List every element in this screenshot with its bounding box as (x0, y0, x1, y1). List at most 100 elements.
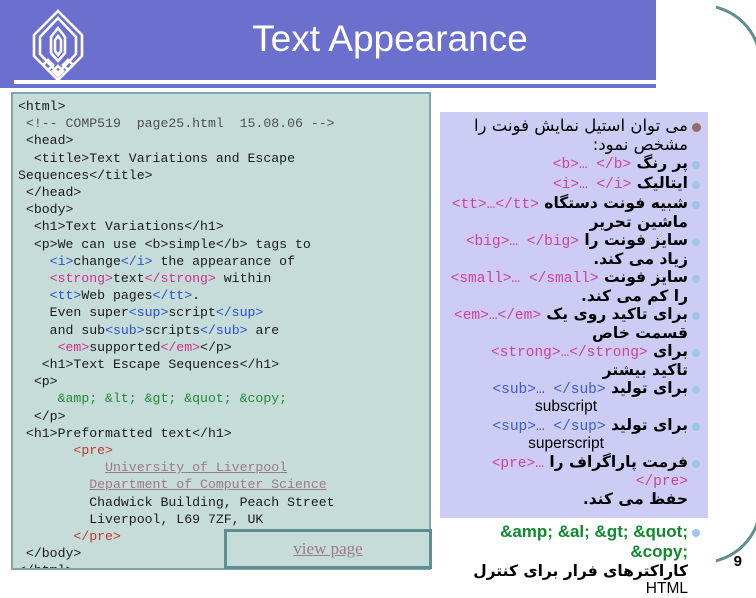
code-line: <strong>text</strong> within (18, 270, 426, 287)
tag-description-continuation: subscript (444, 398, 702, 416)
code-span: Sequences</title> (18, 167, 153, 183)
code-span (18, 288, 50, 303)
code-span: scripts (144, 322, 201, 338)
code-span (18, 271, 50, 286)
code-line: <!-- COMP519 page25.html 15.08.06 --> (18, 115, 426, 132)
code-span: University of Liverpool (105, 460, 288, 476)
tag-description-fa: پر رنگ (631, 154, 688, 172)
tag-description-continuation-text: را کم می کند. (580, 287, 688, 305)
bullet-dot-icon (692, 529, 700, 537)
code-span: <!-- COMP519 page25.html 15.08.06 --> (18, 116, 335, 132)
code-span: <b> (144, 236, 169, 252)
code-span: <h1>Text Escape Sequences</h1> (18, 357, 280, 373)
tag-description-continuation: تاکید بیشتر (444, 361, 702, 379)
code-span: <body> (18, 202, 74, 218)
code-span (18, 460, 105, 475)
code-span: <tt> (49, 288, 82, 304)
tag-list-item: فرمت پاراگراف را <pre>…</pre> (444, 453, 702, 490)
code-line: <head> (18, 132, 426, 149)
code-span: <p>We can use (18, 236, 145, 252)
tag-description-continuation: ماشین تحریر (444, 213, 702, 231)
tag-description-continuation: حفظ می کند. (444, 490, 702, 508)
bullet-dot-icon (692, 312, 700, 320)
code-line: Chadwick Building, Peach Street (18, 494, 426, 511)
code-line: </p> (18, 408, 426, 425)
tag-list-item: سایز فونت را <big>… </big> (444, 231, 702, 250)
code-line: &amp; &lt; &gt; &quot; &copy; (18, 390, 426, 407)
university-crest-logo-icon (26, 8, 90, 84)
code-line: and sub<sub>scripts</sub> are (18, 322, 426, 339)
view-page-button[interactable]: view page (224, 529, 432, 569)
code-span (18, 340, 58, 355)
code-span: <html> (18, 99, 66, 114)
escape-description-fa: کاراکترهای فرار برای کنترل (473, 562, 688, 580)
tag-description-continuation-text: superscript (528, 435, 604, 452)
code-span: </strong> (144, 271, 216, 287)
tag-list-item: شبیه فونت دستگاه <tt>…</tt> (444, 194, 702, 213)
intro-bullet-row: می توان استیل نمایش فونت را (444, 116, 702, 135)
view-page-button-label: view page (293, 539, 363, 558)
tag-code: <b>… </b> (552, 157, 632, 173)
code-line: <p>We can use <b>simple</b> tags to (18, 236, 426, 253)
code-span: Web pages (81, 288, 153, 304)
tag-list-item: برای تولید <sub>… </sub> (444, 379, 702, 398)
code-line: Sequences</title> (18, 167, 426, 184)
tag-description-fa: ایتالیک (631, 174, 688, 192)
code-span (18, 391, 58, 406)
code-span: supported (89, 339, 161, 355)
code-span: script (168, 305, 216, 321)
tag-description-fa: سایز فونت (598, 268, 688, 286)
bullet-dot-icon (692, 123, 701, 132)
tag-list: پر رنگ <b>… </b> ایتالیک <i>… </i> شبیه فو… (444, 154, 702, 508)
code-line: Department of Computer Science (18, 476, 426, 493)
tag-code: <strong>…</strong> (490, 345, 648, 361)
intro-line-2: مشخص نمود: (592, 135, 688, 154)
tag-code: <tt>…</tt> (451, 197, 539, 213)
html-source-code-listing: <html> <!-- COMP519 page25.html 15.08.06… (11, 92, 431, 570)
code-span: </body> (18, 546, 82, 562)
code-span: </pre> (73, 529, 121, 545)
code-span: </em> (160, 339, 201, 355)
code-span: . (192, 288, 201, 304)
code-span: <sub> (105, 322, 145, 338)
code-span: Chadwick Building, Peach Street (18, 494, 335, 510)
code-line: Even super<sup>script</sup> (18, 304, 426, 321)
code-span: <title>Text Variations and Escape (18, 150, 295, 166)
tag-code: <small>… </small> (450, 271, 599, 287)
tag-description-continuation-text: تاکید بیشتر (602, 361, 688, 379)
tag-description-continuation: را کم می کند. (444, 287, 702, 305)
code-span (18, 529, 73, 544)
tag-description-fa: برای تاکید روی یک (541, 305, 688, 323)
intro-line-1: می توان استیل نمایش فونت را (473, 116, 688, 135)
code-span: </sup> (215, 305, 264, 321)
tag-list-item: سایز فونت <small>… </small> (444, 268, 702, 287)
code-span: <pre> (73, 443, 113, 459)
code-span: </p> (18, 408, 66, 424)
code-span (18, 254, 50, 269)
code-span: </sub> (200, 322, 248, 338)
code-span: are (247, 322, 280, 338)
code-span (18, 477, 89, 492)
code-line: <pre> (18, 442, 426, 459)
code-line: University of Liverpool (18, 459, 426, 476)
bullet-dot-icon (692, 275, 700, 283)
code-span: <head> (18, 133, 74, 149)
code-line: <h1>Preformatted text</h1> (18, 425, 426, 442)
tag-code: <em>…</em> (454, 308, 542, 324)
bullet-dot-icon (692, 460, 700, 468)
tag-description-continuation: زیاد می کند. (444, 250, 702, 268)
tag-list-item: برای تولید <sup>… </sup> (444, 416, 702, 435)
code-span: simple (168, 236, 216, 252)
code-span: Department of Computer Science (89, 477, 327, 493)
tag-code: <big>… </big> (465, 234, 579, 250)
code-span: &amp; &lt; &gt; &quot; &copy; (57, 391, 288, 407)
code-line: <h1>Text Variations</h1> (18, 218, 426, 235)
code-span: </p> (200, 339, 232, 355)
code-span: <i> (49, 253, 74, 269)
header-underline-rule (14, 80, 686, 84)
tag-code: <i>… </i> (552, 177, 632, 193)
bullet-dot-icon (692, 349, 700, 357)
tag-list-item: برای <strong>…</strong> (444, 342, 702, 361)
code-line: </head> (18, 184, 426, 201)
code-span: <p> (18, 374, 58, 390)
